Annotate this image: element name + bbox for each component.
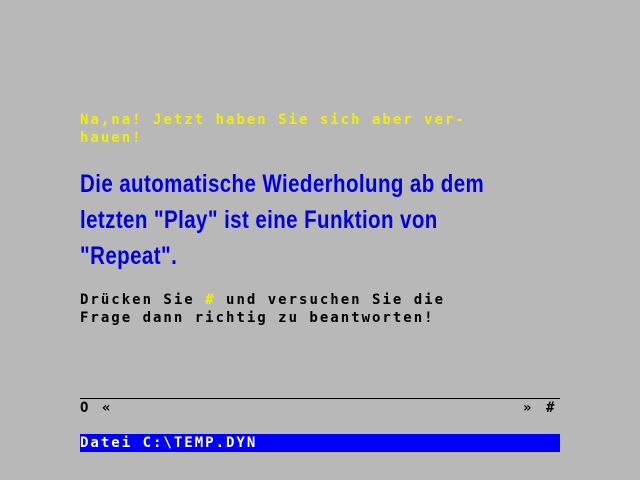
explanation-text: Die automatische Wiederholung ab dem letz…: [80, 166, 484, 274]
instruction-text: Drücken Sie # und versuchen Sie die Frage…: [80, 291, 445, 327]
explanation-line-3: "Repeat".: [80, 242, 178, 270]
teletext-screen: Na,na! Jetzt haben Sie sich aber ver-hau…: [0, 0, 640, 480]
error-message: Na,na! Jetzt haben Sie sich aber ver-hau…: [80, 111, 466, 147]
previous-page-button[interactable]: «: [102, 399, 112, 417]
error-message-line-2: hauen!: [80, 130, 143, 146]
hash-key-hint: #: [205, 292, 216, 308]
hash-button[interactable]: #: [546, 399, 556, 417]
next-page-button[interactable]: »: [523, 399, 533, 417]
navigation-divider: [80, 398, 560, 399]
status-file-label: Datei C:\TEMP.DYN: [80, 435, 258, 451]
explanation-line-2: letzten "Play" ist eine Funktion von: [80, 206, 438, 234]
explanation-line-1: Die automatische Wiederholung ab dem: [80, 170, 485, 198]
first-page-button[interactable]: O: [80, 399, 90, 417]
error-message-line-1: Na,na! Jetzt haben Sie sich aber ver-: [80, 112, 466, 128]
instruction-line-1-end: und versuchen Sie die: [215, 292, 446, 308]
instruction-line-1: Drücken Sie # und versuchen Sie die: [80, 291, 445, 309]
instruction-line-2: Frage dann richtig zu beantworten!: [80, 310, 435, 326]
instruction-line-1-start: Drücken Sie: [80, 292, 206, 308]
